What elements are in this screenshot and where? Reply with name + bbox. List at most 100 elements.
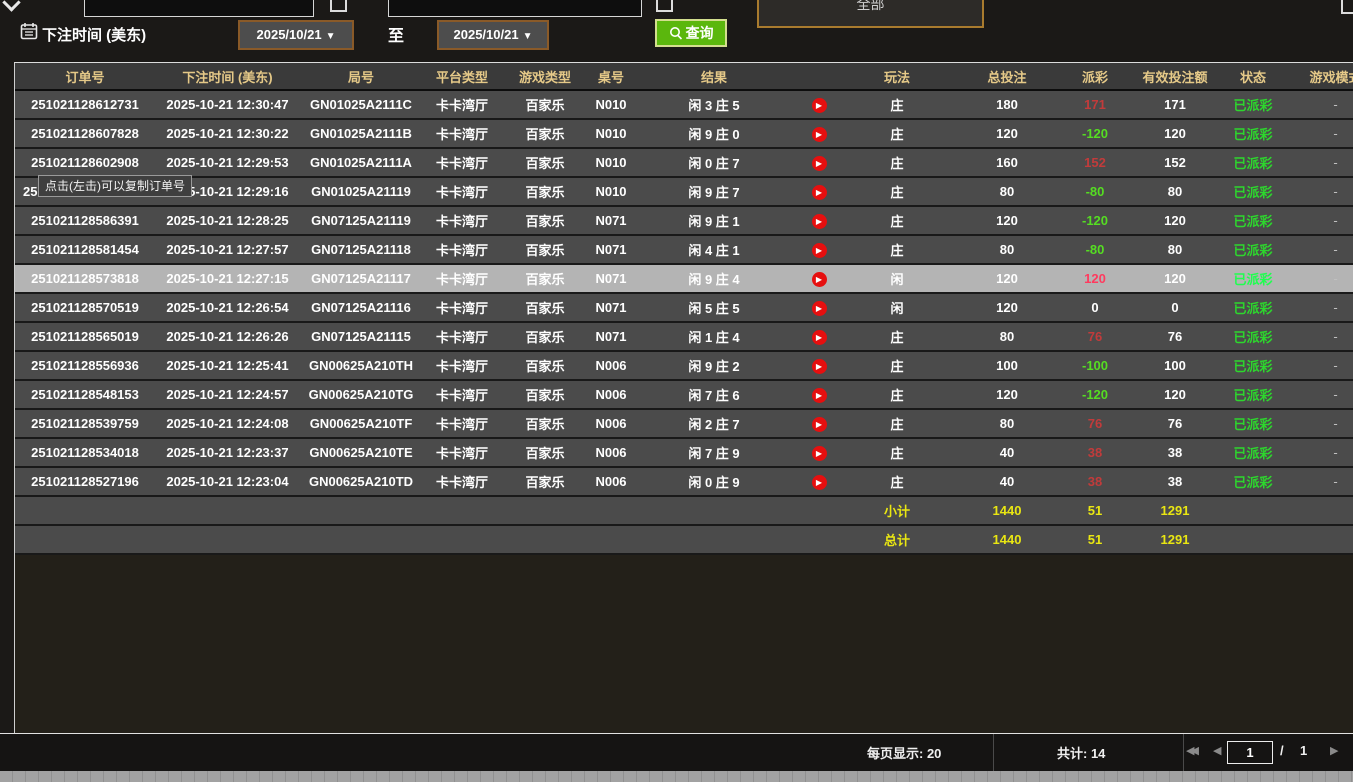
replay-video-icon[interactable]: ▶ (812, 243, 827, 258)
date-from-value: 2025/10/21 (257, 27, 322, 42)
cell-total-bet: 40 (950, 438, 1064, 467)
cell-order-number: 251021128556936 (15, 351, 155, 380)
replay-video-icon[interactable]: ▶ (812, 359, 827, 374)
table-row[interactable]: 2510211285481532025-10-21 12:24:57GN0062… (15, 380, 1353, 409)
table-row[interactable]: 2510211285705192025-10-21 12:26:54GN0712… (15, 293, 1353, 322)
table-row[interactable]: 2510211286078282025-10-21 12:30:22GN0102… (15, 119, 1353, 148)
cell-round-number: GN01025A21119 (300, 177, 422, 206)
replay-video-icon[interactable]: ▶ (812, 185, 827, 200)
table-row[interactable]: 2510211285569362025-10-21 12:25:41GN0062… (15, 351, 1353, 380)
table-row[interactable]: 2510211286127312025-10-21 12:30:47GN0102… (15, 90, 1353, 119)
replay-video-icon[interactable]: ▶ (812, 127, 827, 142)
cell-result: 闲 5 庄 5 (634, 293, 794, 322)
replay-video-icon[interactable]: ▶ (812, 156, 827, 171)
col-header-game: 游戏类型 (502, 63, 588, 90)
cell-payout: 0 (1064, 293, 1126, 322)
cell-table-number: N006 (588, 380, 634, 409)
table-row[interactable]: 2510211285271962025-10-21 12:23:04GN0062… (15, 467, 1353, 496)
previous-page-icon[interactable]: ◀ (1213, 744, 1221, 757)
cell-game-type: 百家乐 (502, 351, 588, 380)
cell-empty (155, 496, 300, 525)
next-page-icon[interactable]: ▶ (1330, 744, 1338, 757)
cell-round-number: GN00625A210TF (300, 409, 422, 438)
replay-video-icon[interactable]: ▶ (812, 475, 827, 490)
table-row[interactable]: 252025-10-21 12:29:16GN01025A21119卡卡湾厅百家… (15, 177, 1353, 206)
cell-platform-type: 卡卡湾厅 (422, 177, 502, 206)
platform-dropdown[interactable]: 全部 (757, 0, 984, 28)
cell-total-bet: 120 (950, 119, 1064, 148)
cell-game-mode: - (1282, 264, 1353, 293)
table-row[interactable]: 2510211285650192025-10-21 12:26:26GN0712… (15, 322, 1353, 351)
cell-table-number: N010 (588, 148, 634, 177)
replay-video-icon[interactable]: ▶ (812, 98, 827, 113)
cell-table-number: N071 (588, 322, 634, 351)
copy-order-tooltip: 点击(左击)可以复制订单号 (38, 175, 192, 197)
cell-round-number: GN00625A210TH (300, 351, 422, 380)
cell-platform-type: 卡卡湾厅 (422, 438, 502, 467)
page-number-input[interactable]: 1 (1227, 741, 1273, 764)
col-header-bet: 玩法 (844, 63, 950, 90)
cell-total-bet: 80 (950, 322, 1064, 351)
subtotal-row-total-bet: 1440 (950, 496, 1064, 525)
cell-payout: -80 (1064, 177, 1126, 206)
cell-replay: ▶ (794, 380, 844, 409)
cell-bet-time: 2025-10-21 12:24:57 (155, 380, 300, 409)
cell-status: 已派彩 (1224, 409, 1282, 438)
replay-video-icon[interactable]: ▶ (812, 417, 827, 432)
cell-order-number: 251021128607828 (15, 119, 155, 148)
cell-platform-type: 卡卡湾厅 (422, 264, 502, 293)
cell-bet-time: 2025-10-21 12:24:08 (155, 409, 300, 438)
cell-empty (794, 525, 844, 554)
cell-replay: ▶ (794, 351, 844, 380)
cell-result: 闲 3 庄 5 (634, 90, 794, 119)
cell-valid-bet: 38 (1126, 438, 1224, 467)
filter-input-2[interactable] (388, 0, 642, 17)
cell-result: 闲 9 庄 2 (634, 351, 794, 380)
replay-video-icon[interactable]: ▶ (812, 214, 827, 229)
page-slash: / (1280, 743, 1284, 758)
replay-video-icon[interactable]: ▶ (812, 330, 827, 345)
date-from-select[interactable]: 2025/10/21▼ (238, 20, 354, 50)
table-row[interactable]: 2510211285814542025-10-21 12:27:57GN0712… (15, 235, 1353, 264)
table-row[interactable]: 2510211285397592025-10-21 12:24:08GN0062… (15, 409, 1353, 438)
cell-empty (1224, 496, 1282, 525)
cell-empty (634, 496, 794, 525)
cell-status: 已派彩 (1224, 264, 1282, 293)
replay-video-icon[interactable]: ▶ (812, 446, 827, 461)
cell-replay: ▶ (794, 322, 844, 351)
subtotal-row-payout: 51 (1064, 496, 1126, 525)
cell-empty (15, 525, 155, 554)
cell-status: 已派彩 (1224, 438, 1282, 467)
cell-status: 已派彩 (1224, 235, 1282, 264)
cell-play-type: 庄 (844, 322, 950, 351)
date-to-select[interactable]: 2025/10/21▼ (437, 20, 549, 50)
table-row[interactable]: 2510211285738182025-10-21 12:27:15GN0712… (15, 264, 1353, 293)
replay-video-icon[interactable]: ▶ (812, 388, 827, 403)
cell-valid-bet: 120 (1126, 264, 1224, 293)
cell-order-number: 251021128602908 (15, 148, 155, 177)
cell-empty (588, 525, 634, 554)
cell-total-bet: 160 (950, 148, 1064, 177)
cell-table-number: N071 (588, 293, 634, 322)
table-row[interactable]: 2510211285340182025-10-21 12:23:37GN0062… (15, 438, 1353, 467)
cell-table-number: N071 (588, 235, 634, 264)
table-row[interactable]: 2510211285863912025-10-21 12:28:25GN0712… (15, 206, 1353, 235)
cell-replay: ▶ (794, 467, 844, 496)
col-header-order: 订单号 (15, 63, 155, 90)
cell-game-mode: - (1282, 177, 1353, 206)
query-button[interactable]: 查询 (655, 19, 727, 47)
cell-result: 闲 7 庄 6 (634, 380, 794, 409)
bet-records-panel: 订单号下注时间 (美东)局号平台类型游戏类型桌号结果玩法总投注派彩有效投注额状态… (14, 62, 1353, 733)
cell-total-bet: 100 (950, 351, 1064, 380)
first-page-icon[interactable]: ◀◀ (1186, 744, 1195, 757)
cell-payout: 38 (1064, 467, 1126, 496)
cell-payout: 171 (1064, 90, 1126, 119)
replay-video-icon[interactable]: ▶ (812, 272, 827, 287)
table-row[interactable]: 2510211286029082025-10-21 12:29:53GN0102… (15, 148, 1353, 177)
filter-input-1[interactable] (84, 0, 314, 17)
cell-status: 已派彩 (1224, 148, 1282, 177)
cell-status: 已派彩 (1224, 380, 1282, 409)
cell-valid-bet: 120 (1126, 206, 1224, 235)
replay-video-icon[interactable]: ▶ (812, 301, 827, 316)
cell-order-number: 251021128527196 (15, 467, 155, 496)
